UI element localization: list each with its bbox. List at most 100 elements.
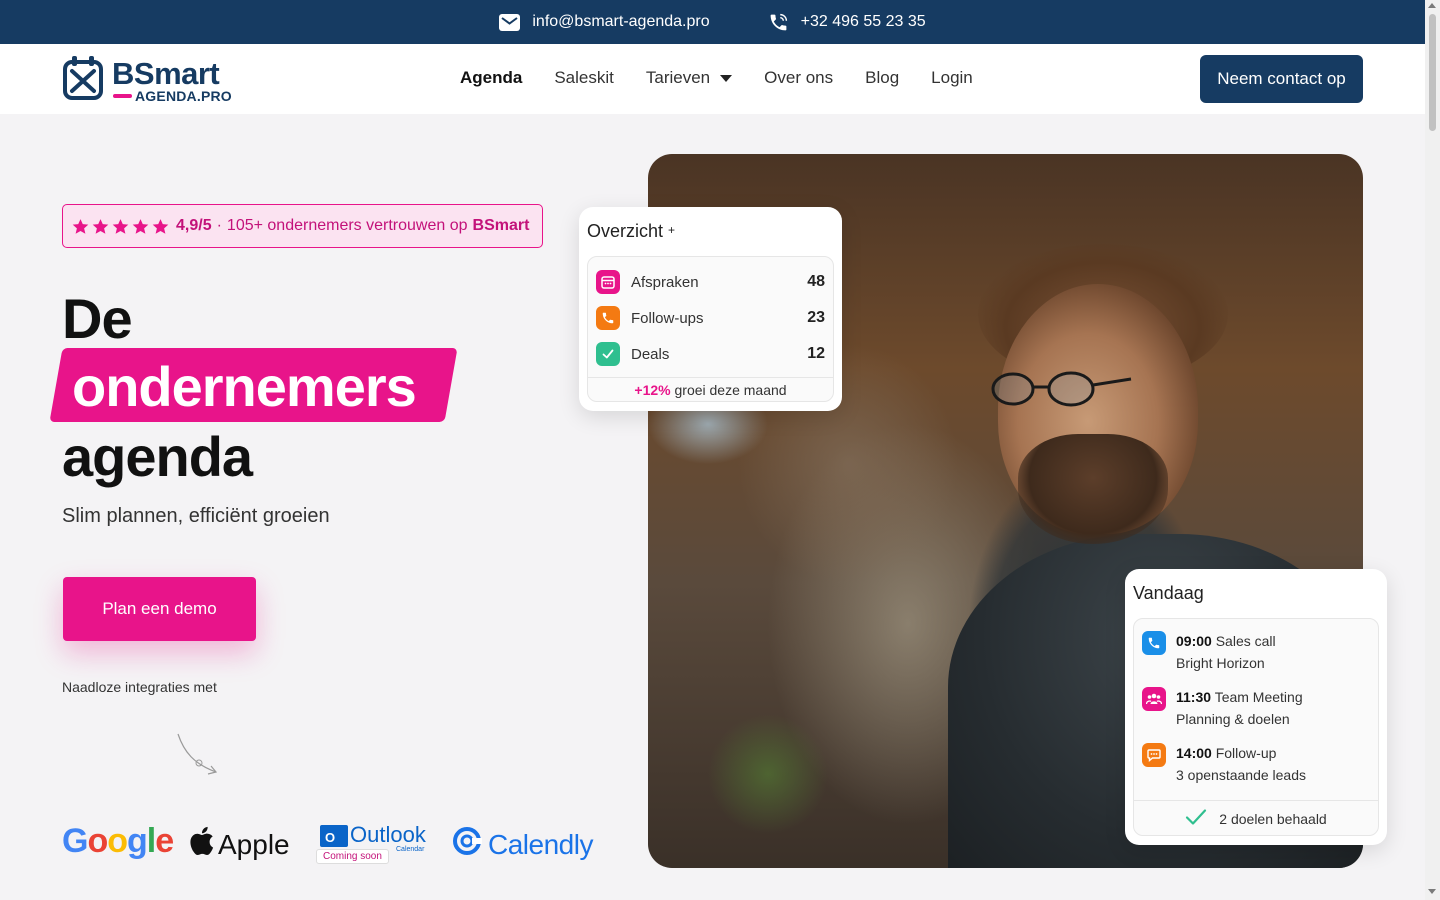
stat-label: Deals	[631, 345, 670, 363]
rating-score: 4,9/5	[176, 217, 212, 234]
overview-title-text: Overzicht	[587, 221, 664, 241]
check-icon	[596, 342, 620, 366]
scroll-up-arrow-icon[interactable]	[1428, 3, 1436, 8]
apple-logo: Apple	[190, 826, 290, 863]
hero-heading-highlight: ondernemers	[72, 355, 417, 418]
growth-footer: +12% groei deze maand	[588, 377, 833, 402]
calendly-logo: Calendly	[452, 826, 593, 863]
schedule-item: 11:30 Team Meeting Planning & doelen	[1142, 687, 1372, 730]
email-link[interactable]: info@bsmart-agenda.pro	[499, 13, 710, 31]
schedule-text: 11:30 Team Meeting Planning & doelen	[1176, 686, 1303, 730]
rating-brand: BSmart	[472, 217, 530, 234]
mail-icon	[499, 13, 521, 31]
curved-arrow-icon	[177, 733, 218, 775]
outlook-icon: O	[320, 825, 348, 847]
scrollbar[interactable]	[1425, 0, 1440, 900]
schedule-item: 09:00 Sales call Bright Horizon	[1142, 631, 1372, 674]
schedule-time: 14:00	[1176, 745, 1212, 761]
stat-value: 48	[807, 273, 825, 290]
hero-heading-line1: De	[62, 287, 133, 350]
schedule-detail: 3 openstaande leads	[1176, 767, 1306, 783]
schedule-title: Sales call	[1215, 633, 1276, 649]
contact-button[interactable]: Neem contact op	[1200, 55, 1363, 103]
check-icon	[1185, 808, 1207, 829]
scroll-down-arrow-icon[interactable]	[1428, 889, 1436, 894]
brand-underline	[113, 93, 132, 98]
schedule-text: 14:00 Follow-up 3 openstaande leads	[1176, 742, 1306, 786]
plan-demo-button[interactable]: Plan een demo	[63, 577, 256, 641]
site-header: BSmart AGENDA.PRO Agenda Saleskit Tariev…	[0, 44, 1425, 114]
brand-name: BSmart	[112, 55, 220, 91]
phone-icon	[768, 12, 789, 33]
photo-glasses	[991, 371, 1132, 407]
star-icon	[112, 218, 129, 234]
google-logo: Google	[62, 822, 174, 860]
phone-link[interactable]: +32 496 55 23 35	[768, 12, 926, 33]
schedule-title: Team Meeting	[1214, 689, 1303, 705]
stat-value: 12	[807, 345, 825, 362]
goals-footer: 2 doelen behaald	[1134, 800, 1378, 836]
apple-icon	[190, 826, 214, 863]
chat-icon	[1142, 743, 1166, 767]
nav-item-login[interactable]: Login	[931, 68, 973, 88]
star-icon	[152, 218, 169, 234]
phone-icon	[1142, 631, 1166, 655]
star-icon	[132, 218, 149, 234]
nav-item-agenda[interactable]: Agenda	[460, 68, 522, 88]
calendar-icon	[596, 270, 620, 294]
caret-down-icon	[720, 74, 733, 82]
phone-icon	[596, 306, 620, 330]
photo-beard	[1018, 434, 1168, 544]
overview-card: Overzicht + Afspraken 48 Follow-ups 23 D…	[579, 207, 842, 411]
growth-percentage: +12%	[634, 382, 671, 398]
star-icon	[92, 218, 109, 234]
rating-text: 105+ ondernemers vertrouwen op	[226, 217, 468, 234]
today-title: Vandaag	[1133, 583, 1204, 603]
integration-logos: Google Apple O Outlook Calendar Coming s…	[62, 820, 593, 868]
nav-item-saleskit[interactable]: Saleskit	[554, 68, 614, 88]
star-icon	[72, 218, 89, 234]
calendar-icon	[62, 55, 104, 106]
hero-heading-line3: agenda	[62, 425, 253, 488]
phone-text: +32 496 55 23 35	[800, 13, 926, 30]
nav-item-tarieven[interactable]: Tarieven	[645, 68, 733, 88]
outlook-logo-sub: Calendar	[396, 846, 425, 853]
hero-subtitle: Slim plannen, efficiënt groeien	[62, 505, 330, 527]
coming-soon-badge: Coming soon	[316, 849, 389, 864]
stat-row-afspraken: Afspraken 48	[596, 269, 825, 295]
scrollbar-thumb[interactable]	[1429, 14, 1436, 131]
rating-separator: ·	[216, 217, 222, 234]
email-text: info@bsmart-agenda.pro	[532, 13, 710, 30]
nav-item-tarieven-label: Tarieven	[645, 68, 711, 87]
overview-title-plus: +	[668, 223, 676, 237]
outlook-logo: O Outlook Calendar Coming soon	[316, 822, 426, 864]
integrations-label: Naadloze integraties met	[62, 679, 217, 695]
schedule-time: 11:30	[1176, 689, 1212, 705]
brand-logo[interactable]: BSmart AGENDA.PRO	[62, 55, 232, 106]
schedule-time: 09:00	[1176, 633, 1212, 649]
schedule-title: Follow-up	[1215, 745, 1277, 761]
outlook-logo-text: Outlook	[350, 822, 426, 847]
stat-label: Follow-ups	[631, 309, 704, 327]
apple-logo-text: Apple	[218, 828, 290, 860]
schedule-detail: Bright Horizon	[1176, 655, 1265, 671]
schedule-item: 14:00 Follow-up 3 openstaande leads	[1142, 743, 1372, 786]
schedule-text: 09:00 Sales call Bright Horizon	[1176, 630, 1276, 674]
team-icon	[1142, 687, 1166, 711]
overview-stats: Afspraken 48 Follow-ups 23 Deals 12 +12%…	[587, 256, 834, 402]
stat-row-follow-ups: Follow-ups 23	[596, 305, 825, 331]
stat-value: 23	[807, 309, 825, 326]
stat-row-deals: Deals 12	[596, 341, 825, 367]
nav-item-over-ons[interactable]: Over ons	[764, 68, 833, 88]
growth-text: groei deze maand	[674, 382, 787, 398]
rating-badge: 4,9/5 · 105+ ondernemers vertrouwen op B…	[62, 204, 543, 248]
today-card: Vandaag 09:00 Sales call Bright Horizon …	[1125, 569, 1387, 845]
overview-title: Overzicht +	[587, 221, 675, 242]
rating-stars	[72, 218, 169, 235]
main-nav: Agenda Saleskit Tarieven Over ons Blog L…	[460, 68, 1005, 88]
brand-sub: AGENDA.PRO	[135, 87, 232, 104]
schedule-detail: Planning & doelen	[1176, 711, 1290, 727]
nav-item-blog[interactable]: Blog	[865, 68, 899, 88]
calendly-icon	[452, 826, 482, 863]
today-schedule: 09:00 Sales call Bright Horizon 11:30 Te…	[1133, 618, 1379, 836]
